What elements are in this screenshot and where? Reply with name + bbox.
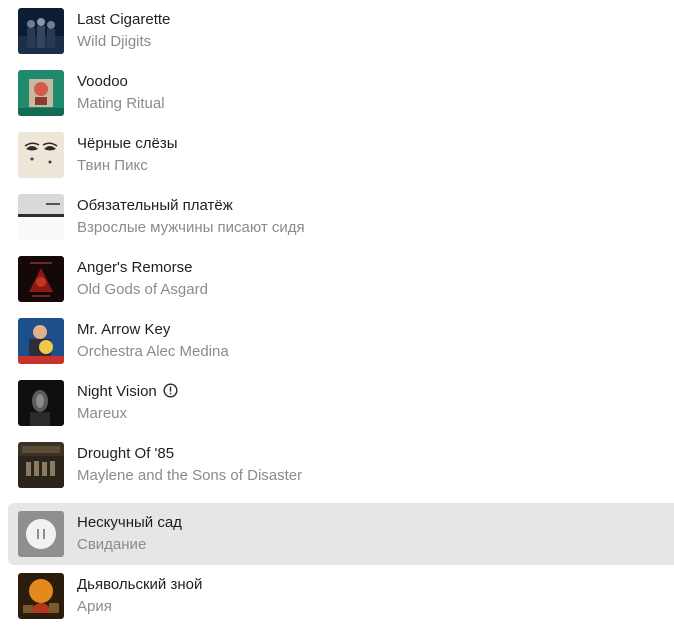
track-row[interactable]: Дьявольский зной Ария: [8, 565, 674, 627]
track-artist[interactable]: Old Gods of Asgard: [77, 281, 208, 299]
track-artist[interactable]: Mareux: [77, 405, 127, 423]
info-icon[interactable]: [163, 383, 178, 403]
track-artist[interactable]: Ария: [77, 598, 112, 616]
album-cover-art: [18, 256, 64, 302]
track-row[interactable]: Anger's Remorse Old Gods of Asgard: [8, 248, 674, 310]
album-cover[interactable]: [18, 194, 64, 240]
track-row-playing[interactable]: Нескучный сад Свидание: [8, 503, 674, 565]
album-cover[interactable]: [18, 380, 64, 426]
track-row[interactable]: Чёрные слёзы Твин Пикс: [8, 124, 674, 186]
track-title[interactable]: Last Cigarette: [77, 11, 170, 29]
album-cover-art: [18, 132, 64, 178]
album-cover-art: [18, 8, 64, 54]
track-list: Last Cigarette Wild Djigits Voodoo Matin…: [0, 0, 674, 631]
album-cover-art: [18, 573, 64, 619]
track-row[interactable]: Mr. Arrow Key Orchestra Alec Medina: [8, 310, 674, 372]
album-cover[interactable]: [18, 70, 64, 116]
album-cover[interactable]: [18, 318, 64, 364]
track-title[interactable]: Обязательный платёж: [77, 197, 233, 215]
track-artist[interactable]: Maylene and the Sons of Disaster: [77, 467, 302, 485]
track-title[interactable]: Night Vision: [77, 383, 178, 403]
album-cover[interactable]: [18, 256, 64, 302]
track-title-text[interactable]: Night Vision: [77, 383, 157, 400]
track-artist[interactable]: Твин Пикс: [77, 157, 148, 175]
track-artist[interactable]: Mating Ritual: [77, 95, 165, 113]
track-row[interactable]: Last Cigarette Wild Djigits: [8, 0, 674, 62]
album-cover-art: [18, 194, 64, 240]
track-title[interactable]: Дьявольский зной: [77, 576, 202, 594]
track-row[interactable]: Voodoo Mating Ritual: [8, 62, 674, 124]
album-cover[interactable]: [18, 132, 64, 178]
album-cover-art: [18, 318, 64, 364]
track-title[interactable]: Anger's Remorse: [77, 259, 192, 277]
track-title[interactable]: Mr. Arrow Key: [77, 321, 170, 339]
track-artist[interactable]: Взрослые мужчины писают сидя: [77, 219, 305, 237]
track-artist[interactable]: Wild Djigits: [77, 33, 151, 51]
album-cover[interactable]: [18, 573, 64, 619]
track-title[interactable]: Чёрные слёзы: [77, 135, 178, 153]
track-artist[interactable]: Свидание: [77, 536, 146, 554]
album-cover-art: [18, 70, 64, 116]
track-artist[interactable]: Orchestra Alec Medina: [77, 343, 229, 361]
track-title[interactable]: Нескучный сад: [77, 514, 182, 532]
album-cover[interactable]: [18, 442, 64, 488]
album-cover[interactable]: [18, 8, 64, 54]
pause-icon[interactable]: [26, 519, 56, 549]
album-cover-art: [18, 380, 64, 426]
track-title[interactable]: Voodoo: [77, 73, 128, 91]
track-title[interactable]: Drought Of '85: [77, 445, 174, 463]
pause-button[interactable]: [18, 511, 64, 557]
album-cover-art: [18, 442, 64, 488]
track-row[interactable]: Drought Of '85 Maylene and the Sons of D…: [8, 434, 674, 496]
track-row[interactable]: Обязательный платёж Взрослые мужчины пис…: [8, 186, 674, 248]
track-row[interactable]: Night Vision Mareux: [8, 372, 674, 434]
